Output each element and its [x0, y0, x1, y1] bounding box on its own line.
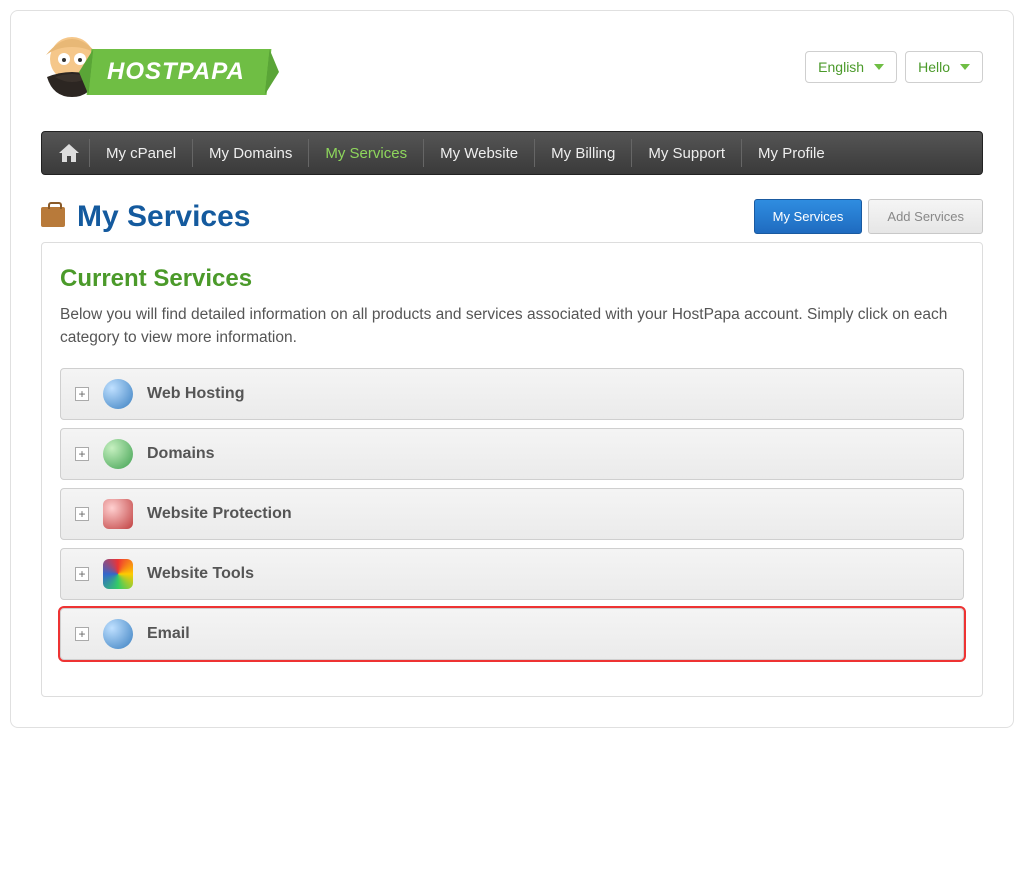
- briefcase-icon: [41, 207, 65, 227]
- home-icon: [59, 144, 79, 162]
- app-container: HOSTPAPA English Hello My cPanel My Doma…: [10, 10, 1014, 728]
- tab-my-services[interactable]: My Services: [754, 199, 863, 234]
- page-title: My Services: [77, 200, 250, 234]
- expand-icon: +: [75, 507, 89, 521]
- expand-icon: +: [75, 387, 89, 401]
- nav-my-cpanel[interactable]: My cPanel: [90, 139, 193, 167]
- expand-icon: +: [75, 567, 89, 581]
- shield-check-icon: [103, 499, 133, 529]
- page-title-wrap: My Services: [41, 200, 250, 234]
- category-row-email[interactable]: + Email: [60, 608, 964, 660]
- brand-logo[interactable]: HOSTPAPA: [41, 31, 271, 111]
- nav-my-website[interactable]: My Website: [424, 139, 535, 167]
- globe-plus-icon: [103, 439, 133, 469]
- header-controls: English Hello: [805, 51, 983, 83]
- tab-add-services[interactable]: Add Services: [868, 199, 983, 234]
- nav-my-support[interactable]: My Support: [632, 139, 742, 167]
- caret-down-icon: [960, 64, 970, 70]
- main-nav: My cPanel My Domains My Services My Webs…: [41, 131, 983, 175]
- category-label: Domains: [147, 445, 215, 463]
- expand-icon: +: [75, 627, 89, 641]
- category-row-website-protection[interactable]: + Website Protection: [60, 488, 964, 540]
- globe-mail-icon: [103, 619, 133, 649]
- brand-name: HOSTPAPA: [107, 58, 245, 86]
- category-row-domains[interactable]: + Domains: [60, 428, 964, 480]
- user-dropdown[interactable]: Hello: [905, 51, 983, 83]
- header-row: HOSTPAPA English Hello: [41, 21, 983, 131]
- globe-server-icon: [103, 379, 133, 409]
- language-label: English: [818, 59, 864, 75]
- nav-my-billing[interactable]: My Billing: [535, 139, 632, 167]
- category-label: Email: [147, 625, 190, 643]
- service-tabs: My Services Add Services: [754, 199, 983, 234]
- category-label: Website Tools: [147, 565, 254, 583]
- category-label: Website Protection: [147, 505, 292, 523]
- brand-banner: HOSTPAPA: [87, 49, 272, 95]
- language-dropdown[interactable]: English: [805, 51, 897, 83]
- category-row-website-tools[interactable]: + Website Tools: [60, 548, 964, 600]
- nav-home[interactable]: [48, 139, 90, 167]
- user-label: Hello: [918, 59, 950, 75]
- nav-my-domains[interactable]: My Domains: [193, 139, 309, 167]
- nav-my-profile[interactable]: My Profile: [742, 139, 841, 167]
- section-title: Current Services: [60, 265, 964, 293]
- category-label: Web Hosting: [147, 385, 244, 403]
- tools-icon: [103, 559, 133, 589]
- category-row-web-hosting[interactable]: + Web Hosting: [60, 368, 964, 420]
- caret-down-icon: [874, 64, 884, 70]
- section-description: Below you will find detailed information…: [60, 303, 964, 350]
- expand-icon: +: [75, 447, 89, 461]
- page-header: My Services My Services Add Services: [41, 199, 983, 234]
- nav-my-services[interactable]: My Services: [309, 139, 424, 167]
- services-panel: Current Services Below you will find det…: [41, 242, 983, 697]
